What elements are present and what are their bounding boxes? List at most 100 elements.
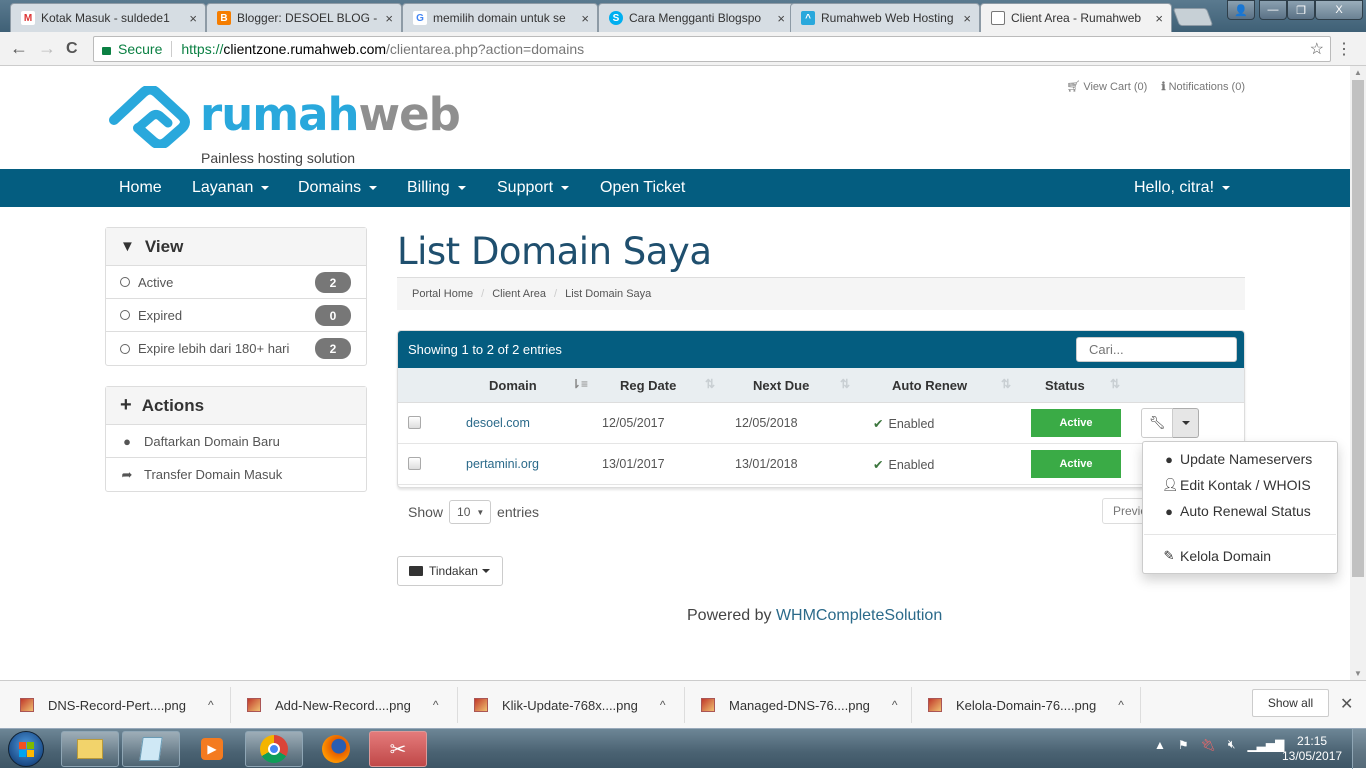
- menu-item-kelola-domain[interactable]: ✎ Kelola Domain: [1162, 548, 1272, 564]
- taskbar-file-explorer[interactable]: [61, 731, 119, 767]
- volume-muted-icon[interactable]: 🔇︎: [1228, 737, 1236, 752]
- new-tab-button[interactable]: [1172, 8, 1214, 26]
- column-status[interactable]: Status: [1045, 378, 1085, 393]
- nav-domains[interactable]: Domains: [298, 179, 378, 197]
- tab-google[interactable]: G memilih domain untuk se ×: [402, 3, 598, 32]
- user-menu[interactable]: Hello, citra!: [1134, 179, 1231, 197]
- caret-down-icon: [261, 185, 270, 190]
- tab-skype-article[interactable]: S Cara Mengganti Blogspo ×: [598, 3, 794, 32]
- page-scrollbar[interactable]: ▲ ▼: [1350, 66, 1366, 680]
- search-input[interactable]: [1076, 337, 1237, 362]
- nav-billing[interactable]: Billing: [407, 179, 466, 197]
- close-window-button[interactable]: X: [1315, 0, 1363, 20]
- download-item[interactable]: Kelola-Domain-76....png ^: [928, 681, 1124, 729]
- action-center-flag-icon[interactable]: ⚑: [1178, 738, 1189, 752]
- system-clock[interactable]: 21:15 13/05/2017: [1282, 734, 1342, 764]
- auto-renew: ✔ Enabled: [873, 457, 934, 472]
- taskbar-chrome[interactable]: [245, 731, 303, 767]
- action-transfer-domain[interactable]: ➦ Transfer Domain Masuk: [106, 458, 366, 491]
- tindakan-button[interactable]: Tindakan: [397, 556, 503, 586]
- close-tab-icon[interactable]: ×: [963, 11, 971, 26]
- view-cart-label: View Cart (0): [1083, 81, 1148, 93]
- network-signal-icon[interactable]: ▁▃▅▇: [1247, 738, 1284, 752]
- power-icon[interactable]: 🔌︎: [1201, 738, 1216, 752]
- menu-item-update-nameservers[interactable]: ● Update Nameservers: [1162, 451, 1312, 467]
- nav-open-ticket[interactable]: Open Ticket: [600, 179, 685, 197]
- sort-icon[interactable]: ⇅: [705, 377, 715, 391]
- nav-support[interactable]: Support: [497, 179, 570, 197]
- tab-gmail[interactable]: M Kotak Masuk - suldede1 ×: [10, 3, 206, 32]
- sort-icon[interactable]: ⇅: [1110, 377, 1120, 391]
- entries-select[interactable]: 10 ▼: [449, 500, 492, 524]
- row-actions-dropdown-toggle[interactable]: [1173, 408, 1199, 438]
- scrollbar-thumb[interactable]: [1352, 80, 1364, 577]
- domain-link[interactable]: pertamini.org: [466, 457, 539, 471]
- breadcrumb: Portal Home / Client Area / List Domain …: [397, 277, 1245, 310]
- start-button[interactable]: [8, 731, 44, 767]
- column-auto-renew[interactable]: Auto Renew: [892, 378, 967, 393]
- row-checkbox[interactable]: [408, 416, 421, 429]
- download-item[interactable]: Klik-Update-768x....png ^: [474, 681, 666, 729]
- chevron-up-icon[interactable]: ^: [208, 698, 214, 712]
- minimize-button[interactable]: —: [1259, 0, 1287, 20]
- column-reg-date[interactable]: Reg Date: [620, 378, 676, 393]
- close-tab-icon[interactable]: ×: [385, 11, 393, 26]
- entries-value: 10: [457, 505, 471, 519]
- chevron-up-icon[interactable]: ^: [1118, 698, 1124, 712]
- tab-client-area[interactable]: Client Area - Rumahweb ×: [980, 3, 1172, 32]
- bookmark-star-icon[interactable]: ☆: [1310, 39, 1324, 59]
- taskbar-snipping-tool[interactable]: ✂: [369, 731, 427, 767]
- skype-s-icon: S: [609, 11, 623, 25]
- sort-asc-icon[interactable]: ⇂≡: [571, 377, 588, 391]
- taskbar-notepad[interactable]: [122, 731, 180, 767]
- close-tab-icon[interactable]: ×: [777, 11, 785, 26]
- taskbar-media-player[interactable]: ▶: [183, 731, 241, 767]
- forward-arrow-icon[interactable]: →: [38, 38, 56, 59]
- chevron-up-icon[interactable]: ^: [433, 698, 439, 712]
- browser-menu-icon[interactable]: ⋮: [1336, 39, 1352, 59]
- sort-icon[interactable]: ⇅: [1001, 377, 1011, 391]
- scroll-up-icon[interactable]: ▲: [1354, 68, 1362, 77]
- tab-blogger[interactable]: B Blogger: DESOEL BLOG - ×: [206, 3, 402, 32]
- taskbar-firefox[interactable]: [307, 731, 365, 767]
- maximize-button[interactable]: ❐: [1287, 0, 1315, 20]
- manage-wrench-button[interactable]: 🔧︎: [1141, 408, 1173, 438]
- download-item[interactable]: DNS-Record-Pert....png ^: [20, 681, 214, 729]
- menu-item-edit-contact[interactable]: 👤︎ Edit Kontak / WHOIS: [1162, 477, 1311, 493]
- close-tab-icon[interactable]: ×: [1155, 11, 1163, 26]
- close-tab-icon[interactable]: ×: [189, 11, 197, 26]
- breadcrumb-client-area[interactable]: Client Area: [492, 288, 546, 300]
- column-next-due[interactable]: Next Due: [753, 378, 809, 393]
- nav-home[interactable]: Home: [119, 179, 162, 197]
- reload-icon[interactable]: C: [66, 40, 78, 58]
- chevron-up-icon[interactable]: ^: [892, 698, 898, 712]
- tab-rumahweb[interactable]: ^ Rumahweb Web Hosting ×: [790, 3, 980, 32]
- column-domain[interactable]: Domain: [489, 378, 537, 393]
- filter-active[interactable]: Active 2: [106, 266, 366, 299]
- show-desktop-button[interactable]: [1352, 729, 1366, 769]
- show-all-downloads-button[interactable]: Show all: [1252, 689, 1329, 717]
- download-item[interactable]: Add-New-Record....png ^: [247, 681, 438, 729]
- filter-expire-180[interactable]: Expire lebih dari 180+ hari 2: [106, 332, 366, 365]
- notifications-link[interactable]: ℹ Notifications (0): [1161, 80, 1245, 93]
- close-tab-icon[interactable]: ×: [581, 11, 589, 26]
- whmcs-link[interactable]: WHMCompleteSolution: [776, 607, 942, 624]
- nav-layanan[interactable]: Layanan: [192, 179, 270, 197]
- address-bar[interactable]: Secure https://clientzone.rumahweb.com/c…: [93, 36, 1331, 62]
- back-arrow-icon[interactable]: ←: [10, 38, 28, 59]
- chevron-up-icon[interactable]: ^: [660, 698, 666, 712]
- count-badge: 2: [315, 272, 351, 293]
- filter-expired[interactable]: Expired 0: [106, 299, 366, 332]
- download-item[interactable]: Managed-DNS-76....png ^: [701, 681, 898, 729]
- sort-icon[interactable]: ⇅: [840, 377, 850, 391]
- close-icon[interactable]: ✕: [1340, 694, 1353, 714]
- profile-button[interactable]: 👤: [1227, 0, 1255, 20]
- scroll-down-icon[interactable]: ▼: [1354, 669, 1362, 678]
- row-checkbox[interactable]: [408, 457, 421, 470]
- breadcrumb-portal-home[interactable]: Portal Home: [412, 288, 473, 300]
- domain-link[interactable]: desoel.com: [466, 416, 530, 430]
- action-register-domain[interactable]: ● Daftarkan Domain Baru: [106, 425, 366, 458]
- menu-item-auto-renewal[interactable]: ● Auto Renewal Status: [1162, 503, 1311, 519]
- view-cart-link[interactable]: 🛒︎ View Cart (0): [1066, 80, 1147, 93]
- show-hidden-icons[interactable]: ▲: [1154, 738, 1166, 752]
